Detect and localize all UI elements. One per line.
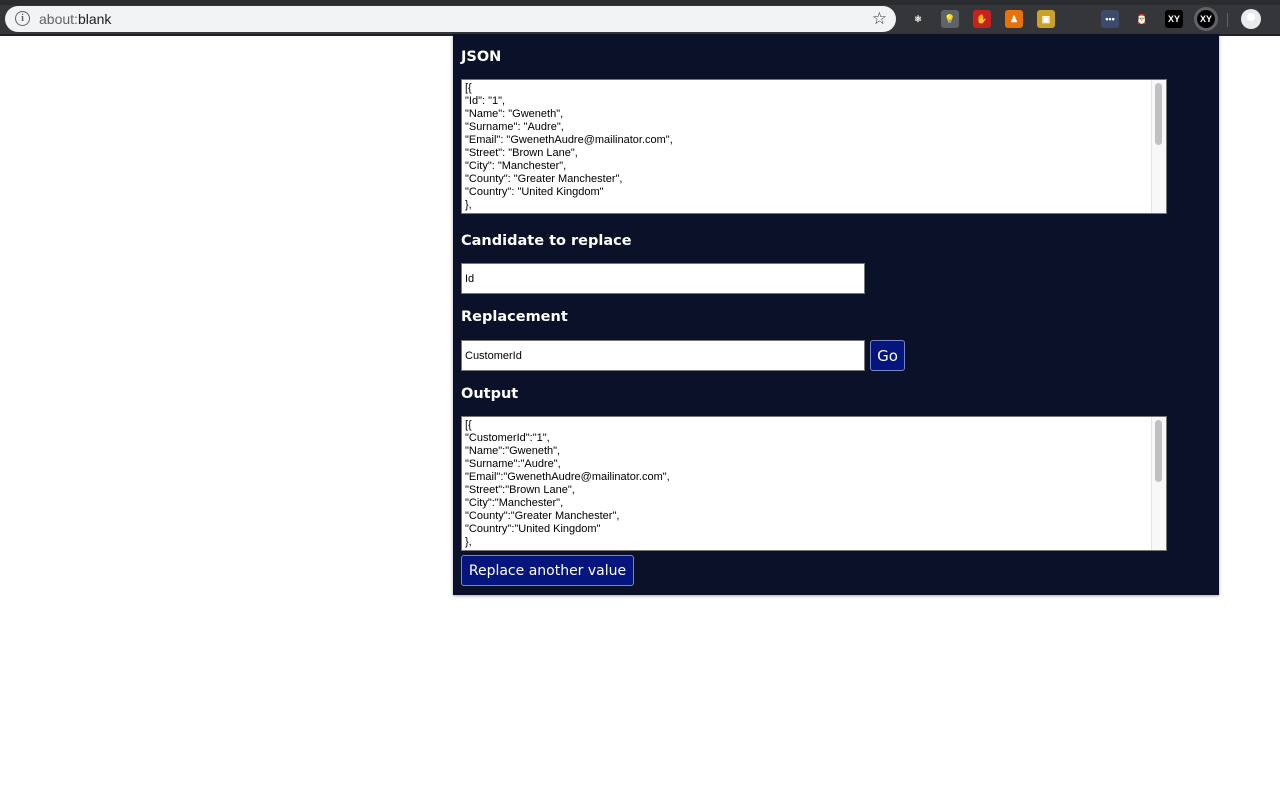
url-text[interactable]: about:blank: [39, 11, 111, 28]
json-line: "Name": "Gweneth",: [465, 108, 564, 120]
json-line: "Id": "1",: [465, 95, 506, 107]
json-heading: JSON: [461, 49, 502, 65]
output-text: [{"CustomerId":"1", "Name":"Gweneth", "Sur…: [465, 419, 670, 549]
url-path: blank: [77, 11, 112, 27]
output-scroll-thumb[interactable]: [1155, 420, 1162, 482]
profile-avatar[interactable]: [1241, 9, 1261, 29]
output-line: "County":"Greater Manchester",: [465, 510, 620, 522]
json-line: "Email": "GwenethAudre@mailinator.com",: [465, 134, 673, 146]
json-text: [{"Id": "1", "Name": "Gweneth", "Surname":…: [465, 82, 673, 212]
info-icon[interactable]: i: [15, 11, 30, 26]
output-line: "Surname":"Audre",: [465, 458, 561, 470]
json-line: },: [465, 199, 472, 211]
extension-popup: JSON [{"Id": "1", "Name": "Gweneth", "Surn…: [453, 34, 1219, 595]
output-scrollbar[interactable]: [1151, 417, 1166, 550]
json-textarea[interactable]: [{"Id": "1", "Name": "Gweneth", "Surname":…: [461, 79, 1167, 214]
url-scheme: about:: [39, 11, 78, 27]
json-line: "County": "Greater Manchester",: [465, 173, 623, 185]
toolbar-divider: [1227, 13, 1228, 27]
output-line: [{: [465, 419, 472, 431]
replacement-input[interactable]: CustomerId: [461, 340, 865, 371]
json-line: "City": "Manchester",: [465, 160, 567, 172]
output-line: "Street":"Brown Lane",: [465, 484, 575, 496]
stop-hand-icon[interactable]: ✋: [973, 10, 991, 28]
picture-icon[interactable]: ▣: [1037, 10, 1055, 28]
output-line: "City":"Manchester",: [465, 497, 564, 509]
output-textarea[interactable]: [{"CustomerId":"1", "Name":"Gweneth", "Sur…: [461, 416, 1167, 551]
json-line: "Street": "Brown Lane",: [465, 147, 578, 159]
address-bar[interactable]: i about:blank ☆: [5, 6, 896, 32]
candidate-input[interactable]: Id: [461, 263, 865, 294]
output-line: "CustomerId":"1",: [465, 432, 550, 444]
replacement-heading: Replacement: [461, 309, 568, 325]
output-line: "Name":"Gweneth",: [465, 445, 561, 457]
candidate-heading: Candidate to replace: [461, 233, 632, 249]
santa-icon[interactable]: 🎅: [1133, 10, 1151, 28]
react-icon[interactable]: ⚛: [909, 10, 927, 28]
go-button[interactable]: Go: [870, 340, 905, 371]
figure-icon[interactable]: ♟: [1005, 10, 1023, 28]
replace-another-button[interactable]: Replace another value: [461, 555, 634, 586]
bookmark-star-icon[interactable]: ☆: [872, 8, 887, 29]
json-line: "Surname": "Audre",: [465, 121, 564, 133]
candidate-value: Id: [465, 273, 475, 285]
json-line: "Country": "United Kingdom": [465, 186, 604, 198]
json-line: [{: [465, 82, 472, 94]
replacement-value: CustomerId: [465, 350, 522, 362]
output-line: "Email":"GwenethAudre@mailinator.com",: [465, 471, 670, 483]
xy-icon[interactable]: XY: [1165, 10, 1183, 28]
output-line: },: [465, 536, 472, 548]
json-scrollbar[interactable]: [1151, 80, 1166, 213]
dots-icon[interactable]: •••: [1101, 10, 1119, 28]
browser-toolbar: i about:blank ☆ ⚛ 💡 ✋ ♟ ▣ ••• 🎅 XY XY: [0, 5, 1280, 34]
output-line: "Country":"United Kingdom": [465, 523, 601, 535]
xy-active-icon[interactable]: XY: [1194, 7, 1218, 31]
json-scroll-thumb[interactable]: [1155, 83, 1162, 145]
lightbulb-icon[interactable]: 💡: [941, 10, 959, 28]
output-heading: Output: [461, 386, 519, 402]
